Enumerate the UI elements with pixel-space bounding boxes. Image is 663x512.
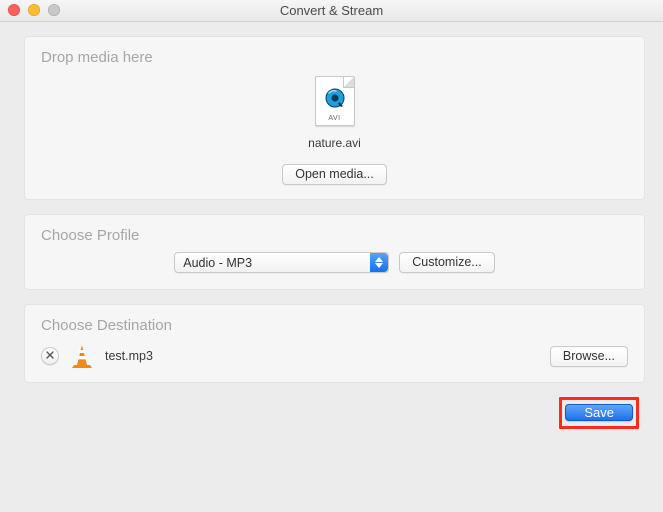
drop-area[interactable]: AVI nature.avi Open media...: [41, 76, 628, 185]
minimize-window-button[interactable]: [28, 4, 40, 16]
close-window-button[interactable]: [8, 4, 20, 16]
quicktime-icon: [324, 87, 346, 112]
profile-selected-value: Audio - MP3: [183, 256, 252, 270]
save-button-highlight: Save: [559, 397, 639, 429]
window-body: Drop media here AVI nature.avi Open medi…: [0, 22, 663, 435]
customize-profile-button[interactable]: Customize...: [399, 252, 494, 273]
zoom-window-button[interactable]: [48, 4, 60, 16]
choose-profile-panel: Choose Profile Audio - MP3 Customize...: [24, 214, 645, 290]
browse-destination-button[interactable]: Browse...: [550, 346, 628, 367]
open-media-button[interactable]: Open media...: [282, 164, 387, 185]
destination-filename: test.mp3: [105, 349, 153, 363]
window-controls: [8, 4, 60, 16]
dialog-footer: Save: [24, 397, 645, 429]
titlebar: Convert & Stream: [0, 0, 663, 22]
window-title: Convert & Stream: [280, 3, 383, 18]
choose-destination-title: Choose Destination: [41, 317, 628, 334]
save-button[interactable]: Save: [565, 404, 633, 421]
media-filename: nature.avi: [41, 136, 628, 150]
drop-media-panel: Drop media here AVI nature.avi Open medi…: [24, 36, 645, 200]
drop-media-title: Drop media here: [41, 49, 628, 66]
choose-destination-panel: Choose Destination test.mp3 Brows: [24, 304, 645, 383]
remove-destination-button[interactable]: [41, 347, 59, 365]
up-down-chevrons-icon: [370, 253, 388, 272]
x-icon: [46, 351, 54, 362]
choose-profile-title: Choose Profile: [41, 227, 628, 244]
media-file-icon: AVI: [315, 76, 355, 126]
vlc-cone-icon: [71, 344, 93, 368]
file-type-badge: AVI: [316, 115, 354, 122]
profile-select[interactable]: Audio - MP3: [174, 252, 389, 273]
